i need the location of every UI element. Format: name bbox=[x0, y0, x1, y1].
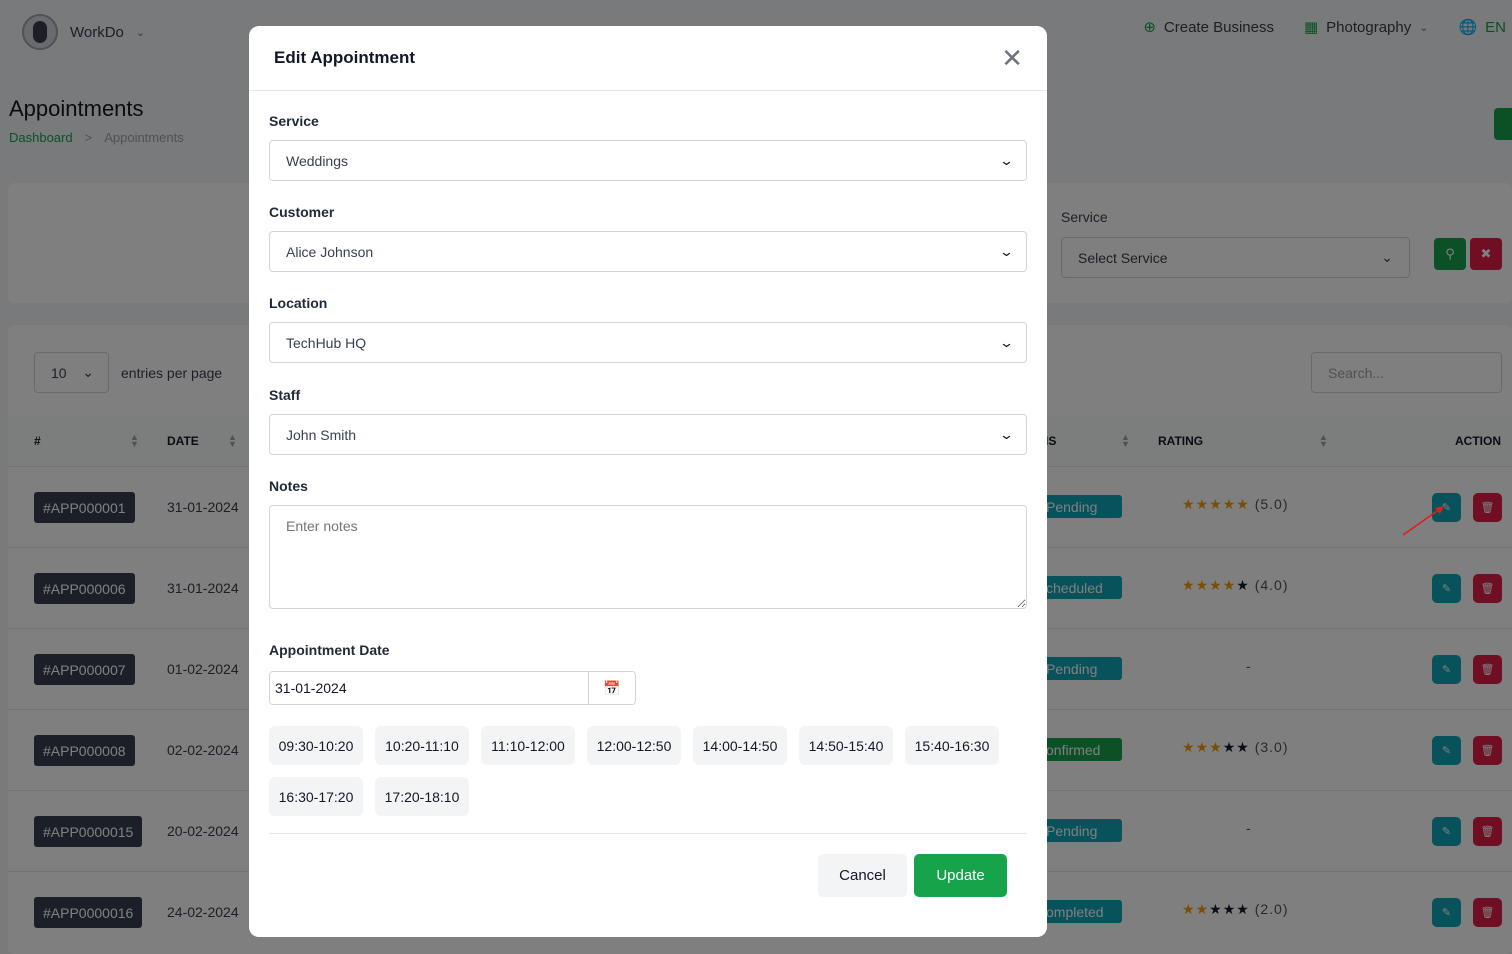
staff-label: Staff bbox=[269, 387, 301, 403]
modal-title: Edit Appointment bbox=[274, 48, 416, 67]
notes-textarea[interactable] bbox=[269, 505, 1027, 609]
location-select[interactable]: TechHub HQ ⌄ bbox=[269, 322, 1027, 363]
chevron-down-icon: ⌄ bbox=[998, 334, 1015, 350]
customer-select[interactable]: Alice Johnson ⌄ bbox=[269, 231, 1027, 272]
time-slot[interactable]: 14:50-15:40 bbox=[799, 726, 893, 765]
cancel-button[interactable]: Cancel bbox=[818, 854, 907, 897]
chevron-down-icon: ⌄ bbox=[998, 426, 1015, 442]
edit-appointment-modal: Edit Appointment ✕ Service Weddings ⌄ Cu… bbox=[249, 26, 1047, 937]
close-icon[interactable]: ✕ bbox=[1001, 45, 1023, 71]
date-label: Appointment Date bbox=[269, 642, 390, 658]
service-label: Service bbox=[269, 113, 319, 129]
date-input[interactable] bbox=[270, 672, 588, 704]
location-label: Location bbox=[269, 295, 328, 311]
staff-value: John Smith bbox=[286, 426, 357, 443]
time-slot[interactable]: 11:10-12:00 bbox=[481, 726, 575, 765]
chevron-down-icon: ⌄ bbox=[998, 243, 1015, 259]
modal-header: Edit Appointment ✕ bbox=[249, 26, 1047, 91]
date-field: 📅 bbox=[269, 671, 636, 705]
staff-select[interactable]: John Smith ⌄ bbox=[269, 414, 1027, 455]
time-slot[interactable]: 12:00-12:50 bbox=[587, 726, 681, 765]
time-slot[interactable]: 10:20-11:10 bbox=[375, 726, 469, 765]
time-slots: 09:30-10:20 10:20-11:10 11:10-12:00 12:00-1… bbox=[269, 726, 1027, 816]
location-value: TechHub HQ bbox=[286, 334, 367, 351]
chevron-down-icon: ⌄ bbox=[998, 152, 1015, 168]
customer-value: Alice Johnson bbox=[286, 243, 374, 260]
calendar-icon: 📅 bbox=[603, 679, 621, 696]
update-button[interactable]: Update bbox=[914, 854, 1007, 897]
notes-label: Notes bbox=[269, 478, 308, 494]
time-slot[interactable]: 14:00-14:50 bbox=[693, 726, 787, 765]
time-slot[interactable]: 16:30-17:20 bbox=[269, 777, 363, 816]
annotation-arrow bbox=[1402, 506, 1444, 536]
service-select[interactable]: Weddings ⌄ bbox=[269, 140, 1027, 181]
time-slot[interactable]: 17:20-18:10 bbox=[375, 777, 469, 816]
calendar-button[interactable]: 📅 bbox=[588, 672, 635, 704]
service-value: Weddings bbox=[286, 152, 349, 169]
time-slot[interactable]: 09:30-10:20 bbox=[269, 726, 363, 765]
time-slot[interactable]: 15:40-16:30 bbox=[905, 726, 999, 765]
modal-divider bbox=[269, 833, 1027, 834]
customer-label: Customer bbox=[269, 204, 335, 220]
